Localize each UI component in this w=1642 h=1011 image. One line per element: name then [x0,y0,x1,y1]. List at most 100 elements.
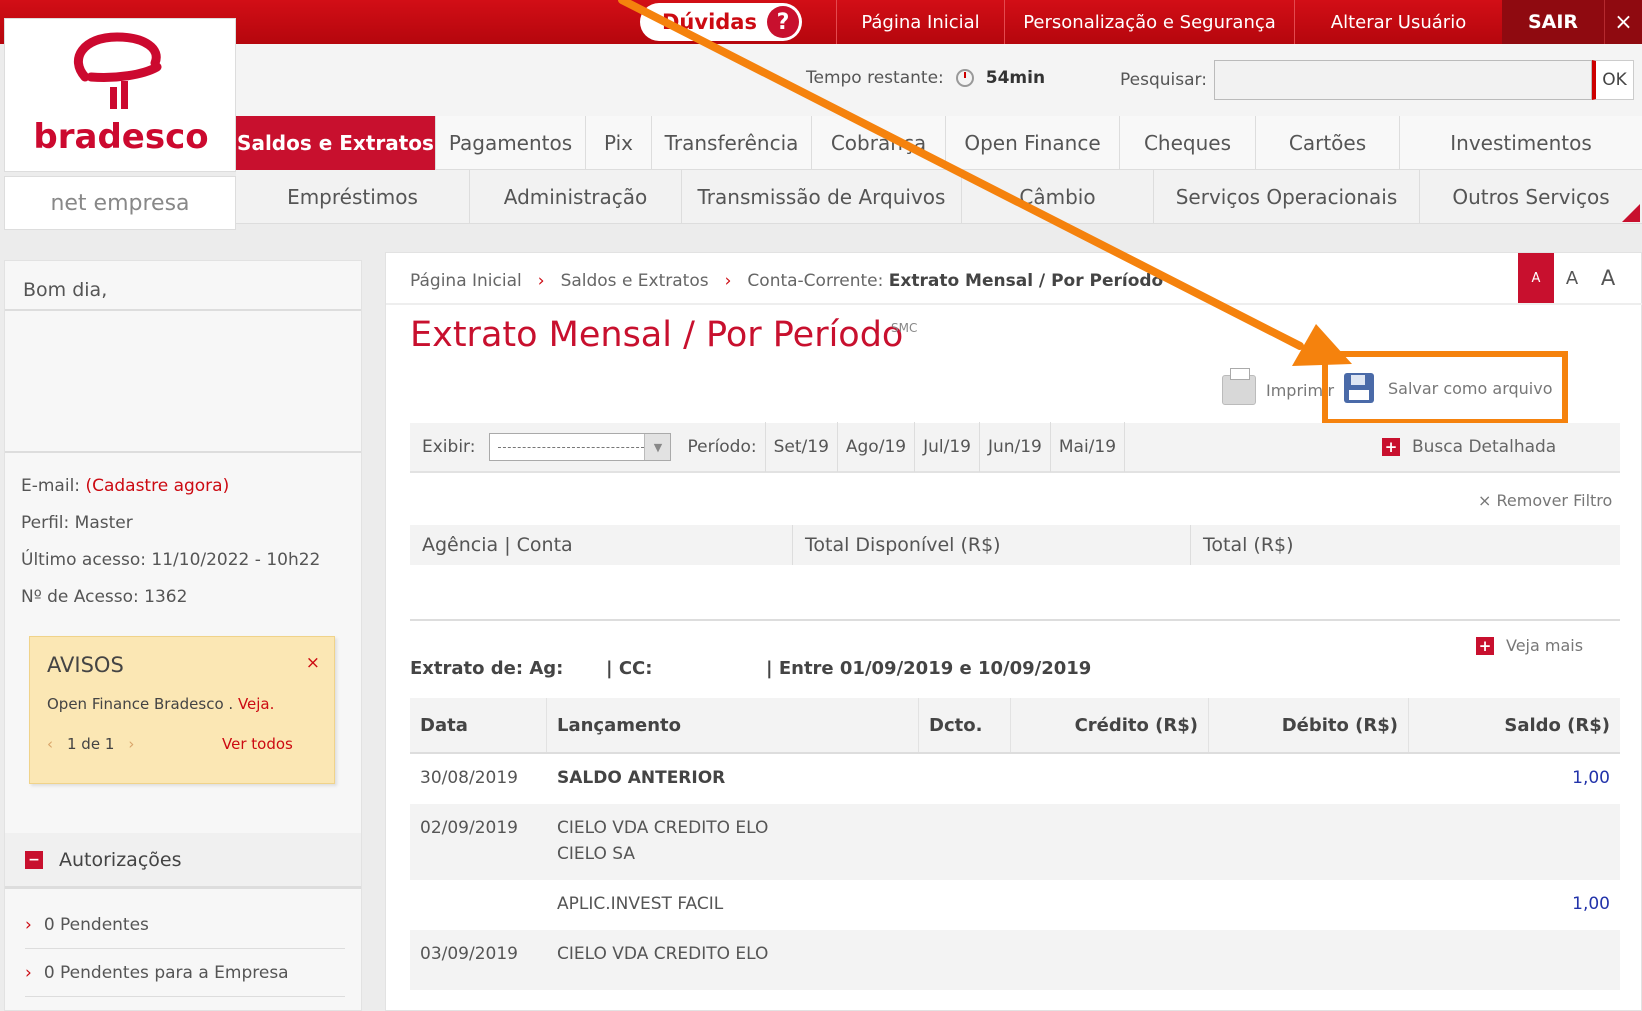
cell-lancamento: APLIC.INVEST FACIL [557,894,724,914]
breadcrumb-current-prefix: Conta-Corrente: [747,271,884,291]
logo-subtitle: net empresa [4,176,236,230]
chevron-left-icon[interactable]: ‹ [47,735,53,753]
duvidas-button[interactable]: Dúvidas ? [640,3,802,41]
cell-lancamento: CIELO VDA CREDITO ELO [557,818,769,838]
main-panel: Página Inicial › Saldos e Extratos › Con… [385,252,1642,1011]
salvar-label: Salvar como arquivo [1388,378,1553,398]
chevron-right-icon[interactable]: › [128,735,134,753]
menu-investimentos[interactable]: Investimentos [1400,116,1642,170]
tempo-value: 54min [985,68,1046,88]
busca-detalhada-button[interactable]: + Busca Detalhada [1382,437,1556,457]
font-size-large-button[interactable]: A [1590,253,1626,303]
avisos-pager-text: 1 de 1 [67,735,115,753]
autorizacoes-header[interactable]: − Autorizações [5,833,361,889]
summary-header: Agência | Conta Total Disponível (R$) To… [410,525,1620,565]
session-timer: Tempo restante: 54min [806,68,1045,88]
veja-mais-button[interactable]: + Veja mais [1476,636,1583,655]
menu-cheques[interactable]: Cheques [1120,116,1256,170]
search-input[interactable] [1214,60,1592,100]
menu-emprestimos[interactable]: Empréstimos [236,170,470,224]
imprimir-button[interactable]: Imprimir [1222,368,1334,405]
cell-data: 02/09/2019 [420,818,518,838]
cell-data: 03/09/2019 [420,944,518,964]
close-icon[interactable]: × [1604,0,1642,44]
pendentes-empresa-link[interactable]: › 0 Pendentes para a Empresa [25,949,345,997]
breadcrumb-item-pagina-inicial[interactable]: Página Inicial [410,271,522,291]
menu-outros-servicos[interactable]: Outros Serviços [1420,170,1642,224]
menu-administracao[interactable]: Administração [470,170,682,224]
autorizacoes-label: Autorizações [59,848,182,871]
menu-cambio[interactable]: Câmbio [962,170,1154,224]
breadcrumb-current-title: Extrato Mensal / Por Período [888,271,1164,291]
period-set19[interactable]: Set/19 [764,422,837,472]
salvar-como-arquivo-button[interactable]: Salvar como arquivo [1322,351,1568,425]
menu-transferencia[interactable]: Transferência [652,116,812,170]
periodo-label: Período: [687,437,757,457]
search-ok-button[interactable]: OK [1592,60,1634,100]
menu-pagamentos[interactable]: Pagamentos [436,116,586,170]
duvidas-label: Dúvidas [662,10,757,34]
veja-mais-label: Veja mais [1506,636,1584,655]
plus-icon: + [1476,636,1494,655]
period-ago19[interactable]: Ago/19 [836,422,914,472]
top-link-alterar-usuario[interactable]: Alterar Usuário [1294,0,1502,44]
menu-cobranca[interactable]: Cobrança [812,116,946,170]
email-line: E-mail: (Cadastre agora) [21,476,229,496]
exibir-select[interactable]: ▼ [489,433,672,461]
extrato-ag-label: Extrato de: Ag: [410,658,564,679]
cadastre-agora-link[interactable]: (Cadastre agora) [85,476,229,496]
menu-transmissao-arquivos[interactable]: Transmissão de Arquivos [682,170,962,224]
top-link-personalizacao[interactable]: Personalização e Segurança [1004,0,1294,44]
bradesco-logo[interactable]: bradesco [4,18,236,172]
top-link-pagina-inicial[interactable]: Página Inicial [836,0,1004,44]
floppy-disk-icon [1344,373,1374,403]
pendentes-link[interactable]: › 0 Pendentes [25,901,345,949]
breadcrumb: Página Inicial › Saldos e Extratos › Con… [410,271,1163,291]
page-title: Extrato Mensal / Por Período [410,315,904,355]
cell-saldo: 1,00 [1572,894,1610,914]
extrato-periodo-label: | Entre 01/09/2019 e 10/09/2019 [766,658,1092,679]
cell-lancamento: SALDO ANTERIOR [557,768,726,788]
menu-open-finance[interactable]: Open Finance [946,116,1120,170]
period-jul19[interactable]: Jul/19 [914,422,979,472]
pendentes-label: 0 Pendentes [43,914,149,935]
logo-brand-text: bradesco [33,117,209,157]
avisos-message: Open Finance Bradesco . Veja. [47,695,274,713]
cell-data: 30/08/2019 [420,768,518,788]
avisos-close-icon[interactable]: × [306,653,320,673]
font-size-small-button[interactable]: A [1518,253,1554,303]
chevron-right-icon: › [25,914,32,935]
ver-todos-link[interactable]: Ver todos [222,735,293,753]
cell-saldo: 1,00 [1572,768,1610,788]
sidebar-divider [5,309,361,311]
primary-menu: Saldos e Extratos Pagamentos Pix Transfe… [236,116,1642,170]
breadcrumb-item-saldos-extratos[interactable]: Saldos e Extratos [561,271,709,291]
clock-icon [955,69,974,87]
th-lancamento: Lançamento [547,698,919,752]
menu-corner-decoration [1622,204,1640,222]
table-row: 03/09/2019 CIELO VDA CREDITO ELO [410,930,1620,990]
th-data: Data [410,698,547,752]
perfil-text: Perfil: Master [21,513,133,533]
menu-servicos-operacionais[interactable]: Serviços Operacionais [1154,170,1420,224]
menu-saldos-extratos[interactable]: Saldos e Extratos [236,116,436,170]
question-icon: ? [766,6,799,38]
collapse-icon: − [25,850,43,869]
select-placeholder [498,447,645,448]
menu-cartoes[interactable]: Cartões [1256,116,1400,170]
greeting: Bom dia, [23,279,108,301]
busca-detalhada-label: Busca Detalhada [1412,437,1557,457]
period-jun19[interactable]: Jun/19 [978,422,1050,472]
email-label: E-mail: [21,476,81,496]
breadcrumb-divider [386,303,1642,305]
num-acesso-text: Nº de Acesso: 1362 [21,587,188,607]
menu-pix[interactable]: Pix [586,116,652,170]
plus-icon: + [1382,438,1400,456]
period-mai19[interactable]: Mai/19 [1049,422,1126,472]
sair-button[interactable]: SAIR [1502,0,1604,44]
tempo-label: Tempo restante: [806,68,944,88]
avisos-message-text: Open Finance Bradesco . [47,695,238,713]
remover-filtro-link[interactable]: × Remover Filtro [1478,491,1612,510]
avisos-veja-link[interactable]: Veja. [238,695,274,713]
font-size-medium-button[interactable]: A [1554,253,1590,303]
